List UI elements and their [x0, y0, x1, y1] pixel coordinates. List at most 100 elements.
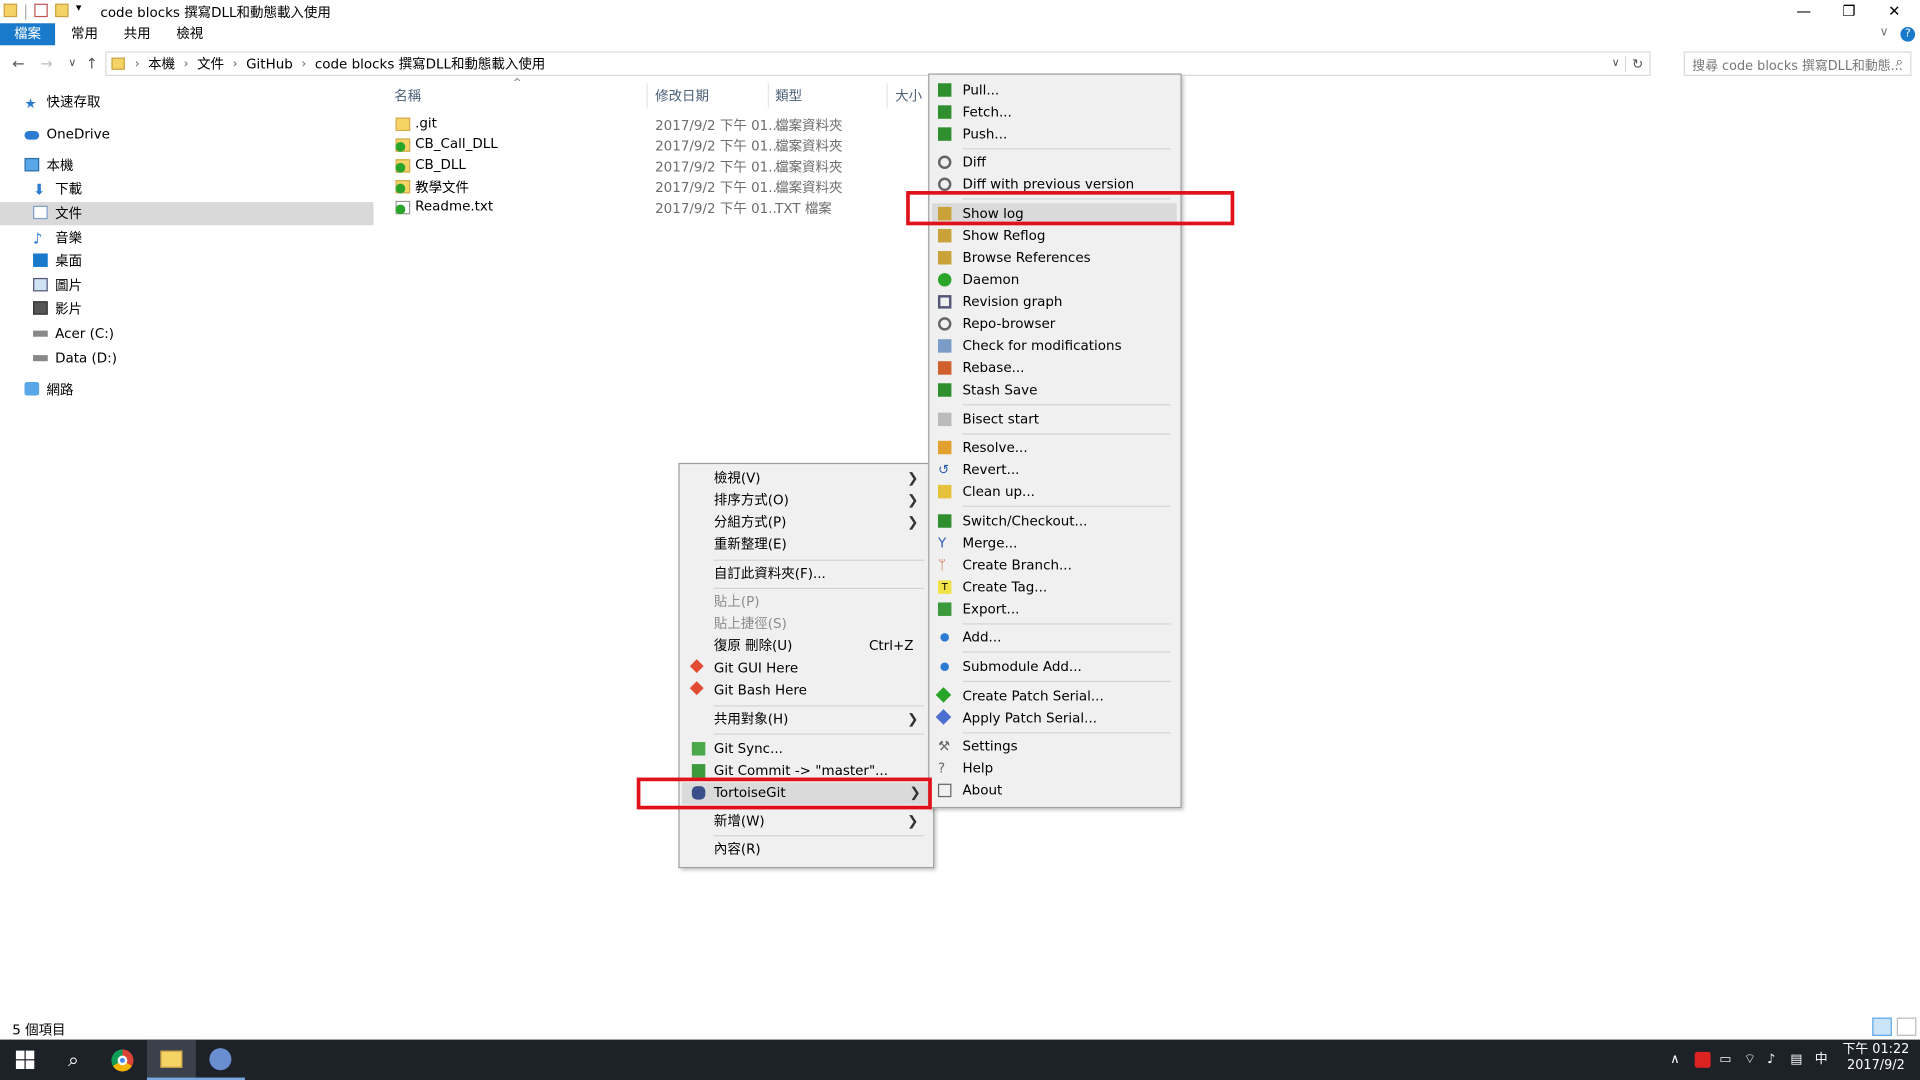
- forward-button[interactable]: →: [36, 53, 58, 75]
- menu-item-settings[interactable]: ⚒ Settings: [938, 736, 1176, 758]
- menu-item-bisect-start[interactable]: Bisect start: [937, 409, 1176, 431]
- menu-item-add[interactable]: Add...: [940, 627, 1176, 649]
- nav-item-music[interactable]: ♪ 音樂: [0, 227, 373, 250]
- menu-item-group-by[interactable]: 分組方式(P) ❯: [714, 512, 928, 534]
- file-row[interactable]: .git 2017/9/2 下午 01... 檔案資料夾: [392, 114, 931, 135]
- show-hidden-icons[interactable]: ∧: [1670, 1052, 1679, 1068]
- menu-item-sort-by[interactable]: 排序方式(O) ❯: [714, 490, 928, 512]
- menu-item-pull[interactable]: Pull...: [937, 80, 1176, 102]
- column-header-size[interactable]: 大小: [895, 86, 922, 106]
- menu-item-revert[interactable]: ↺ Revert...: [938, 459, 1176, 481]
- file-row[interactable]: 教學文件 2017/9/2 下午 01... 檔案資料夾: [392, 176, 931, 197]
- tab-share[interactable]: 共用: [111, 23, 162, 45]
- menu-item-git-bash-here[interactable]: Git Bash Here: [689, 680, 928, 702]
- menu-item-export[interactable]: Export...: [937, 599, 1176, 621]
- clock[interactable]: 下午 01:22 2017/9/2: [1839, 1042, 1912, 1074]
- input-method-indicator[interactable]: 中: [1815, 1052, 1828, 1068]
- antivirus-tray-icon[interactable]: [1694, 1051, 1711, 1068]
- tab-view[interactable]: 檢視: [164, 23, 215, 45]
- expand-ribbon-icon[interactable]: ∨: [1880, 26, 1889, 39]
- nav-item-documents[interactable]: 文件: [0, 202, 374, 226]
- menu-item-diff[interactable]: Diff: [937, 152, 1176, 174]
- nav-item-network[interactable]: 網路: [0, 378, 373, 401]
- large-icons-view-icon[interactable]: [1896, 1017, 1917, 1036]
- taskbar-chrome[interactable]: [98, 1040, 147, 1080]
- column-header-name[interactable]: 名稱: [394, 86, 421, 106]
- breadcrumb-this-pc[interactable]: 本機: [144, 54, 178, 74]
- tab-file[interactable]: 檔案: [0, 23, 56, 46]
- menu-item-paste-shortcut[interactable]: 貼上捷徑(S): [714, 613, 928, 635]
- menu-item-properties[interactable]: 內容(R): [714, 839, 928, 861]
- wifi-icon[interactable]: ⌔: [1744, 1052, 1756, 1068]
- details-view-icon[interactable]: [1872, 1017, 1892, 1036]
- quick-access-dropdown-icon[interactable]: ▾: [76, 2, 82, 14]
- column-divider[interactable]: [767, 83, 769, 108]
- menu-item-revision-graph[interactable]: Revision graph: [937, 291, 1176, 313]
- menu-item-check-modifications[interactable]: Check for modifications: [937, 336, 1176, 358]
- menu-item-clean-up[interactable]: Clean up...: [937, 481, 1176, 503]
- menu-item-resolve[interactable]: Resolve...: [937, 437, 1176, 459]
- file-row[interactable]: CB_Call_DLL 2017/9/2 下午 01... 檔案資料夾: [392, 135, 931, 156]
- address-bar[interactable]: › 本機 › 文件 › GitHub › code blocks 撰寫DLL和動…: [105, 51, 1651, 76]
- column-divider[interactable]: [886, 83, 888, 108]
- nav-item-drive-c[interactable]: Acer (C:): [0, 322, 373, 345]
- menu-item-repo-browser[interactable]: Repo-browser: [937, 313, 1176, 335]
- breadcrumb-current-folder[interactable]: code blocks 撰寫DLL和動態載入使用: [311, 54, 549, 74]
- menu-item-new[interactable]: 新增(W) ❯: [714, 811, 928, 833]
- menu-item-merge[interactable]: Y Merge...: [938, 533, 1176, 555]
- breadcrumb-github[interactable]: GitHub: [242, 56, 296, 72]
- properties-icon[interactable]: [34, 3, 48, 18]
- back-button[interactable]: ←: [7, 53, 29, 75]
- refresh-icon[interactable]: ↻: [1624, 55, 1650, 72]
- help-icon[interactable]: ?: [1900, 26, 1916, 42]
- taskbar-search-button[interactable]: ⌕: [49, 1040, 98, 1080]
- taskbar-file-explorer[interactable]: [146, 1039, 196, 1080]
- breadcrumb-separator-icon[interactable]: ›: [179, 57, 194, 70]
- menu-item-create-patch[interactable]: Create Patch Serial...: [935, 686, 1176, 708]
- menu-item-about[interactable]: About: [937, 780, 1176, 802]
- menu-item-apply-patch[interactable]: Apply Patch Serial...: [935, 708, 1176, 730]
- close-button[interactable]: ✕: [1872, 0, 1916, 22]
- nav-item-desktop[interactable]: 桌面: [0, 250, 373, 273]
- nav-item-quick-access[interactable]: ★ 快速存取: [0, 91, 373, 114]
- menu-item-help[interactable]: ? Help: [938, 758, 1176, 780]
- breadcrumb-documents[interactable]: 文件: [193, 54, 227, 74]
- nav-item-videos[interactable]: 影片: [0, 298, 373, 321]
- volume-icon[interactable]: ♪: [1767, 1052, 1775, 1068]
- menu-item-view[interactable]: 檢視(V) ❯: [714, 468, 928, 490]
- menu-item-show-reflog[interactable]: Show Reflog: [937, 225, 1176, 247]
- nav-item-downloads[interactable]: ⬇ 下載: [0, 178, 373, 201]
- menu-item-browse-references[interactable]: Browse References: [937, 247, 1176, 269]
- nav-item-drive-d[interactable]: Data (D:): [0, 347, 373, 370]
- menu-item-refresh[interactable]: 重新整理(E): [714, 534, 928, 556]
- search-icon[interactable]: ⌕: [1896, 54, 1904, 71]
- file-row[interactable]: CB_DLL 2017/9/2 下午 01... 檔案資料夾: [392, 156, 931, 177]
- search-input[interactable]: 搜尋 code blocks 撰寫DLL和動態...: [1683, 51, 1912, 76]
- address-dropdown-icon[interactable]: ∨: [1607, 58, 1625, 70]
- column-header-date[interactable]: 修改日期: [655, 86, 709, 106]
- restore-button[interactable]: ❐: [1827, 0, 1871, 22]
- menu-item-daemon[interactable]: Daemon: [937, 269, 1176, 291]
- nav-item-this-pc[interactable]: 本機: [0, 154, 373, 177]
- minimize-button[interactable]: —: [1782, 0, 1826, 22]
- menu-item-customize-folder[interactable]: 自訂此資料夾(F)...: [714, 563, 928, 585]
- column-header-type[interactable]: 類型: [775, 86, 802, 106]
- breadcrumb-separator-icon[interactable]: ›: [296, 57, 311, 70]
- menu-item-create-branch[interactable]: ᛘ Create Branch...: [938, 555, 1176, 577]
- windows-start-button[interactable]: [0, 1040, 49, 1080]
- menu-item-git-gui-here[interactable]: Git GUI Here: [689, 658, 928, 680]
- file-row[interactable]: Readme.txt 2017/9/2 下午 01... TXT 檔案: [392, 197, 931, 218]
- new-folder-icon[interactable]: [55, 3, 69, 18]
- battery-icon[interactable]: ▭: [1719, 1052, 1731, 1068]
- menu-item-switch-checkout[interactable]: Switch/Checkout...: [937, 511, 1176, 533]
- tab-home[interactable]: 常用: [59, 23, 110, 45]
- nav-item-onedrive[interactable]: OneDrive: [0, 122, 373, 145]
- menu-item-paste[interactable]: 貼上(P): [714, 591, 928, 613]
- breadcrumb-separator-icon[interactable]: ›: [130, 57, 145, 70]
- menu-item-rebase[interactable]: Rebase...: [937, 358, 1176, 380]
- menu-item-submodule-add[interactable]: Submodule Add...: [940, 656, 1176, 678]
- nav-item-pictures[interactable]: 圖片: [0, 274, 373, 297]
- menu-item-git-sync[interactable]: Git Sync...: [691, 738, 928, 760]
- menu-item-push[interactable]: Push...: [937, 124, 1176, 146]
- column-divider[interactable]: [646, 83, 648, 108]
